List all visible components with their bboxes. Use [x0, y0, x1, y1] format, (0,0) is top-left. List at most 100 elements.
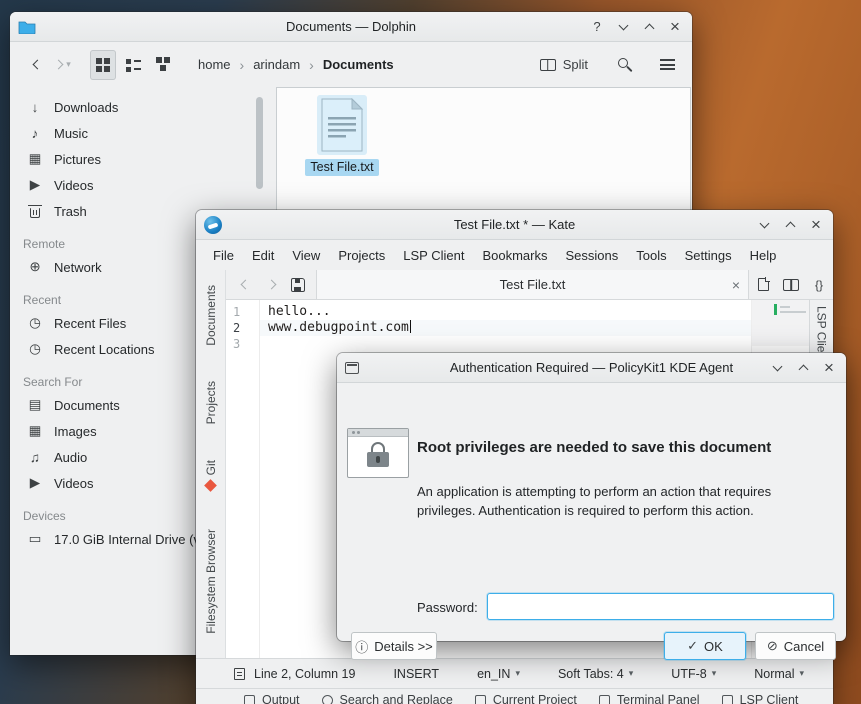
- tab-test-file[interactable]: Test File.txt ×: [316, 270, 749, 299]
- chevron-up-icon: [798, 364, 808, 374]
- sidebar-item-pictures[interactable]: ▦Pictures: [10, 146, 276, 172]
- sidebar-item-label: Documents: [54, 398, 120, 413]
- chevron-down-icon: ▾: [66, 59, 71, 70]
- search-icon: [322, 695, 333, 704]
- toolview-output[interactable]: Output: [244, 693, 300, 704]
- search-button[interactable]: [612, 50, 638, 80]
- sidebar-item-videos[interactable]: ▶Videos: [10, 172, 276, 198]
- menu-tools[interactable]: Tools: [627, 243, 675, 267]
- kate-menubar: File Edit View Projects LSP Client Bookm…: [196, 240, 833, 270]
- videos-icon: ▶: [27, 177, 43, 193]
- file-test-file[interactable]: Test File.txt: [293, 98, 391, 176]
- sidebar-item-downloads[interactable]: ↓Downloads: [10, 94, 276, 120]
- sidebar-item-label: Images: [54, 424, 97, 439]
- menu-view[interactable]: View: [283, 243, 329, 267]
- password-input[interactable]: [487, 593, 834, 620]
- sidebar-item-music[interactable]: ♪Music: [10, 120, 276, 146]
- details-view-button[interactable]: [120, 50, 146, 80]
- breadcrumb-arindam[interactable]: arindam: [253, 57, 300, 72]
- forward-button[interactable]: ▾: [50, 50, 76, 80]
- close-button[interactable]: ×: [666, 18, 684, 36]
- tab-back-button[interactable]: [232, 272, 258, 298]
- close-button[interactable]: ×: [807, 216, 825, 234]
- tabbar-tools: {}: [749, 272, 833, 298]
- cursor-position[interactable]: Line 2, Column 19: [254, 667, 355, 681]
- split-view-icon: [540, 59, 556, 71]
- maximize-button[interactable]: [781, 216, 799, 234]
- saved-lines-marker: [774, 304, 777, 315]
- save-button[interactable]: [284, 272, 312, 298]
- maximize-button[interactable]: [640, 18, 658, 36]
- toolview-projects[interactable]: Projects: [196, 375, 225, 431]
- input-mode[interactable]: INSERT: [393, 667, 439, 681]
- menu-help[interactable]: Help: [741, 243, 786, 267]
- dialog-titlebar[interactable]: Authentication Required — PolicyKit1 KDE…: [337, 353, 846, 383]
- minimize-button[interactable]: [768, 359, 786, 377]
- close-button[interactable]: ×: [820, 359, 838, 377]
- menu-edit[interactable]: Edit: [243, 243, 283, 267]
- toolview-documents[interactable]: Documents: [196, 283, 225, 347]
- padlock-icon: [367, 442, 389, 470]
- dialog-body: Root privileges are needed to save this …: [337, 383, 846, 641]
- chevron-up-icon: [644, 23, 654, 33]
- menu-lsp-client[interactable]: LSP Client: [394, 243, 473, 267]
- new-document-icon: [758, 278, 769, 291]
- toolview-current-project[interactable]: Current Project: [475, 693, 577, 704]
- text-file-icon: [320, 98, 364, 152]
- ok-button[interactable]: ✓OK: [664, 632, 746, 660]
- clock-icon: ◷: [27, 341, 43, 357]
- sidebar-item-label: Recent Files: [54, 316, 126, 331]
- details-view-icon: [126, 58, 141, 72]
- encoding-selector[interactable]: UTF-8▾: [671, 667, 716, 681]
- new-document-button[interactable]: [749, 272, 777, 298]
- breadcrumb-separator-icon: ›: [240, 57, 245, 73]
- code-line: hello...: [260, 304, 751, 320]
- tab-close-icon[interactable]: ×: [732, 277, 740, 293]
- chevron-down-icon: [759, 218, 769, 228]
- split-view-button[interactable]: [777, 272, 805, 298]
- toolview-terminal-panel[interactable]: Terminal Panel: [599, 693, 700, 704]
- menu-bookmarks[interactable]: Bookmarks: [473, 243, 556, 267]
- dictionary-selector[interactable]: en_IN▾: [477, 667, 520, 681]
- menu-file[interactable]: File: [204, 243, 243, 267]
- pictures-icon: ▦: [27, 151, 43, 167]
- dialog-title: Authentication Required — PolicyKit1 KDE…: [450, 360, 733, 375]
- lock-icon: [347, 428, 409, 478]
- minimize-button[interactable]: [614, 18, 632, 36]
- menu-sessions[interactable]: Sessions: [557, 243, 628, 267]
- document-icon: ▤: [27, 397, 43, 413]
- cancel-button[interactable]: ⊘Cancel: [755, 632, 836, 660]
- kate-titlebar[interactable]: Test File.txt * — Kate ×: [196, 210, 833, 240]
- tab-forward-button[interactable]: [258, 272, 284, 298]
- line-number-current: 2: [226, 320, 259, 336]
- toolview-git[interactable]: Git: [196, 450, 225, 500]
- menu-projects[interactable]: Projects: [329, 243, 394, 267]
- hamburger-menu-button[interactable]: [654, 50, 680, 80]
- line-ending-selector[interactable]: Normal▾: [754, 667, 804, 681]
- back-button[interactable]: [24, 50, 50, 80]
- sidebar-item-label: 17.0 GiB Internal Drive (v: [54, 532, 200, 547]
- sidebar-item-label: Network: [54, 260, 102, 275]
- maximize-button[interactable]: [794, 359, 812, 377]
- toolview-lsp-client-bottom[interactable]: LSP Client: [722, 693, 799, 704]
- breadcrumb-documents[interactable]: Documents: [323, 57, 394, 72]
- dolphin-titlebar[interactable]: Documents — Dolphin ? ×: [10, 12, 692, 42]
- split-button[interactable]: Split: [534, 50, 594, 80]
- toolview-search-replace[interactable]: Search and Replace: [322, 693, 453, 704]
- tab-width-selector[interactable]: Soft Tabs: 4▾: [558, 667, 633, 681]
- image-icon: ▦: [27, 423, 43, 439]
- minimize-button[interactable]: [755, 216, 773, 234]
- toolview-filesystem-browser[interactable]: Filesystem Browser: [196, 515, 225, 647]
- help-button[interactable]: ?: [588, 18, 606, 36]
- menu-settings[interactable]: Settings: [676, 243, 741, 267]
- places-scrollbar[interactable]: [256, 97, 263, 189]
- back-icon: [32, 60, 42, 70]
- tree-view-button[interactable]: [150, 50, 176, 80]
- breadcrumb-home[interactable]: home: [198, 57, 231, 72]
- details-button[interactable]: ⓘDetails >>: [351, 632, 437, 660]
- kate-bottom-toolviews: Output Search and Replace Current Projec…: [196, 688, 833, 704]
- code-symbols-button[interactable]: {}: [805, 272, 833, 298]
- dialog-heading: Root privileges are needed to save this …: [417, 439, 837, 456]
- lsp-icon: [722, 695, 733, 704]
- icons-view-button[interactable]: [90, 50, 116, 80]
